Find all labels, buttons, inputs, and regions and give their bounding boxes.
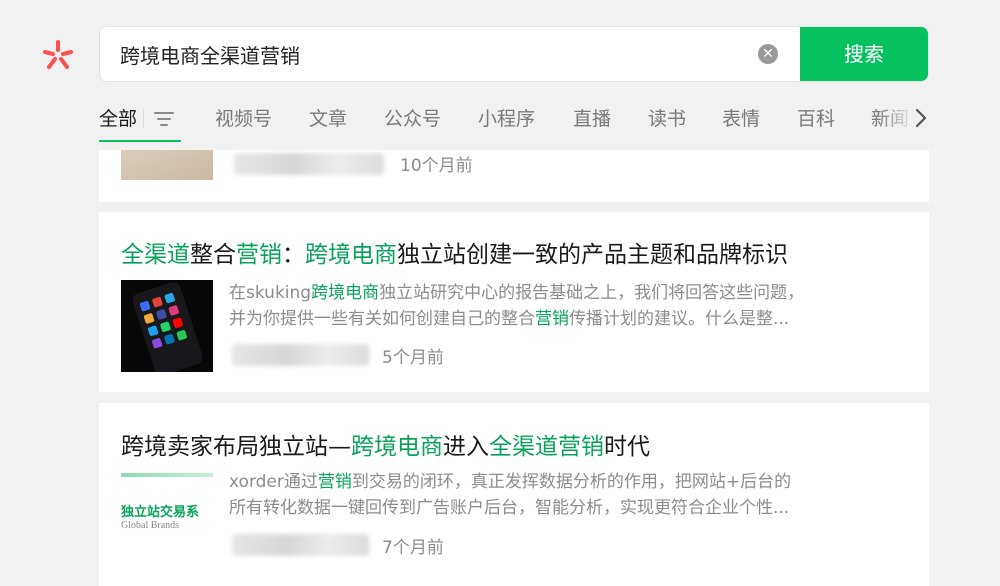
filter-icon[interactable] bbox=[151, 110, 177, 128]
desc-text: 在skuking bbox=[229, 283, 312, 303]
result-source-blurred bbox=[234, 153, 384, 175]
desc-text: 独立站研究中心的报告基础之上，我们将回答这些问题， bbox=[379, 283, 805, 303]
title-text: ： bbox=[282, 242, 305, 268]
title-highlight: 跨境电商 bbox=[351, 434, 443, 460]
search-input[interactable] bbox=[120, 27, 740, 81]
tab-official-accounts[interactable]: 公众号 bbox=[384, 104, 441, 131]
result-title[interactable]: 跨境卖家布局独立站—跨境电商进入全渠道营销时代 bbox=[121, 427, 650, 461]
desc-highlight: 营销 bbox=[535, 309, 569, 329]
result-time: 10个月前 bbox=[400, 156, 473, 176]
search-header: ✕ 搜索 全部 视频号 文章 公众号 小程序 直播 读书 表情 百科 新闻 bbox=[0, 0, 1000, 150]
search-box: ✕ 搜索 bbox=[99, 26, 929, 82]
search-button[interactable]: 搜索 bbox=[800, 27, 928, 81]
desc-highlight: 跨境电商 bbox=[311, 283, 380, 303]
result-thumbnail-brand: 独立站交易系 Global Brands bbox=[121, 469, 213, 561]
title-text: 跨境卖家布局独立站— bbox=[121, 434, 351, 460]
description-line: xorder通过营销到交易的闭环，真正发挥数据分析的作用，把网站+后台的 bbox=[229, 469, 899, 495]
desc-text: 并为你提供一些有关如何创建自己的整合 bbox=[229, 309, 535, 329]
tab-divider bbox=[143, 109, 144, 127]
search-category-tabs: 全部 视频号 文章 公众号 小程序 直播 读书 表情 百科 新闻 bbox=[99, 104, 939, 144]
title-highlight: 全渠道 bbox=[121, 242, 190, 268]
clear-search-icon[interactable]: ✕ bbox=[758, 44, 778, 64]
description-line: 所有转化数据一键回传到广告账户后台，智能分析，实现更符合企业个性... bbox=[229, 495, 899, 521]
tab-articles[interactable]: 文章 bbox=[309, 104, 347, 131]
result-source-blurred bbox=[232, 534, 369, 556]
tab-channels[interactable]: 视频号 bbox=[215, 104, 272, 131]
title-highlight: 营销 bbox=[236, 242, 282, 268]
result-description: 在skuking跨境电商独立站研究中心的报告基础之上，我们将回答这些问题， 并为… bbox=[229, 280, 899, 332]
thumb-brand-text: 独立站交易系 bbox=[121, 505, 200, 520]
title-text: 独立站创建一致的产品主题和品牌标识 bbox=[397, 242, 788, 268]
title-text: 整合 bbox=[190, 242, 236, 268]
desc-highlight: 营销 bbox=[317, 472, 352, 492]
active-tab-indicator bbox=[99, 140, 181, 142]
result-description: xorder通过营销到交易的闭环，真正发挥数据分析的作用，把网站+后台的 所有转… bbox=[229, 469, 899, 521]
result-time: 5个月前 bbox=[382, 348, 444, 368]
result-source-blurred bbox=[232, 344, 369, 366]
desc-text: 传播计划的建议。什么是整... bbox=[569, 309, 790, 329]
result-thumbnail-phone bbox=[121, 280, 213, 372]
tab-stickers[interactable]: 表情 bbox=[722, 104, 760, 131]
thumb-brand-subtext: Global Brands bbox=[121, 520, 180, 531]
title-text: 时代 bbox=[604, 434, 650, 460]
search-result-card[interactable]: 全渠道整合营销：跨境电商独立站创建一致的产品主题和品牌标识 在skuking跨境… bbox=[99, 212, 929, 392]
thumb-stripe bbox=[121, 473, 213, 477]
tab-all[interactable]: 全部 bbox=[99, 104, 137, 131]
title-text: 进入 bbox=[443, 434, 489, 460]
chevron-right-icon[interactable] bbox=[911, 106, 931, 130]
result-time: 7个月前 bbox=[382, 538, 444, 558]
desc-text: 所有转化数据一键回传到广告账户后台，智能分析，实现更符合企业个性... bbox=[229, 498, 790, 518]
weixin-search-logo-icon[interactable] bbox=[40, 37, 76, 73]
result-title[interactable]: 全渠道整合营销：跨境电商独立站创建一致的产品主题和品牌标识 bbox=[121, 235, 788, 269]
title-highlight: 跨境电商 bbox=[305, 242, 397, 268]
tabs-fade bbox=[879, 104, 915, 134]
tab-mini-programs[interactable]: 小程序 bbox=[478, 104, 535, 131]
desc-text: xorder通过 bbox=[229, 472, 318, 492]
desc-text: 到交易的闭环，真正发挥数据分析的作用，把网站+后台的 bbox=[351, 472, 792, 492]
title-highlight: 全渠道营销 bbox=[489, 434, 604, 460]
tab-books[interactable]: 读书 bbox=[648, 104, 686, 131]
tab-live[interactable]: 直播 bbox=[573, 104, 611, 131]
search-result-card[interactable]: 跨境卖家布局独立站—跨境电商进入全渠道营销时代 独立站交易系 Global Br… bbox=[99, 403, 929, 586]
description-line: 并为你提供一些有关如何创建自己的整合营销传播计划的建议。什么是整... bbox=[229, 306, 899, 332]
description-line: 在skuking跨境电商独立站研究中心的报告基础之上，我们将回答这些问题， bbox=[229, 280, 899, 306]
phone-apps-image bbox=[121, 280, 213, 372]
tab-encyclopedia[interactable]: 百科 bbox=[797, 104, 835, 131]
